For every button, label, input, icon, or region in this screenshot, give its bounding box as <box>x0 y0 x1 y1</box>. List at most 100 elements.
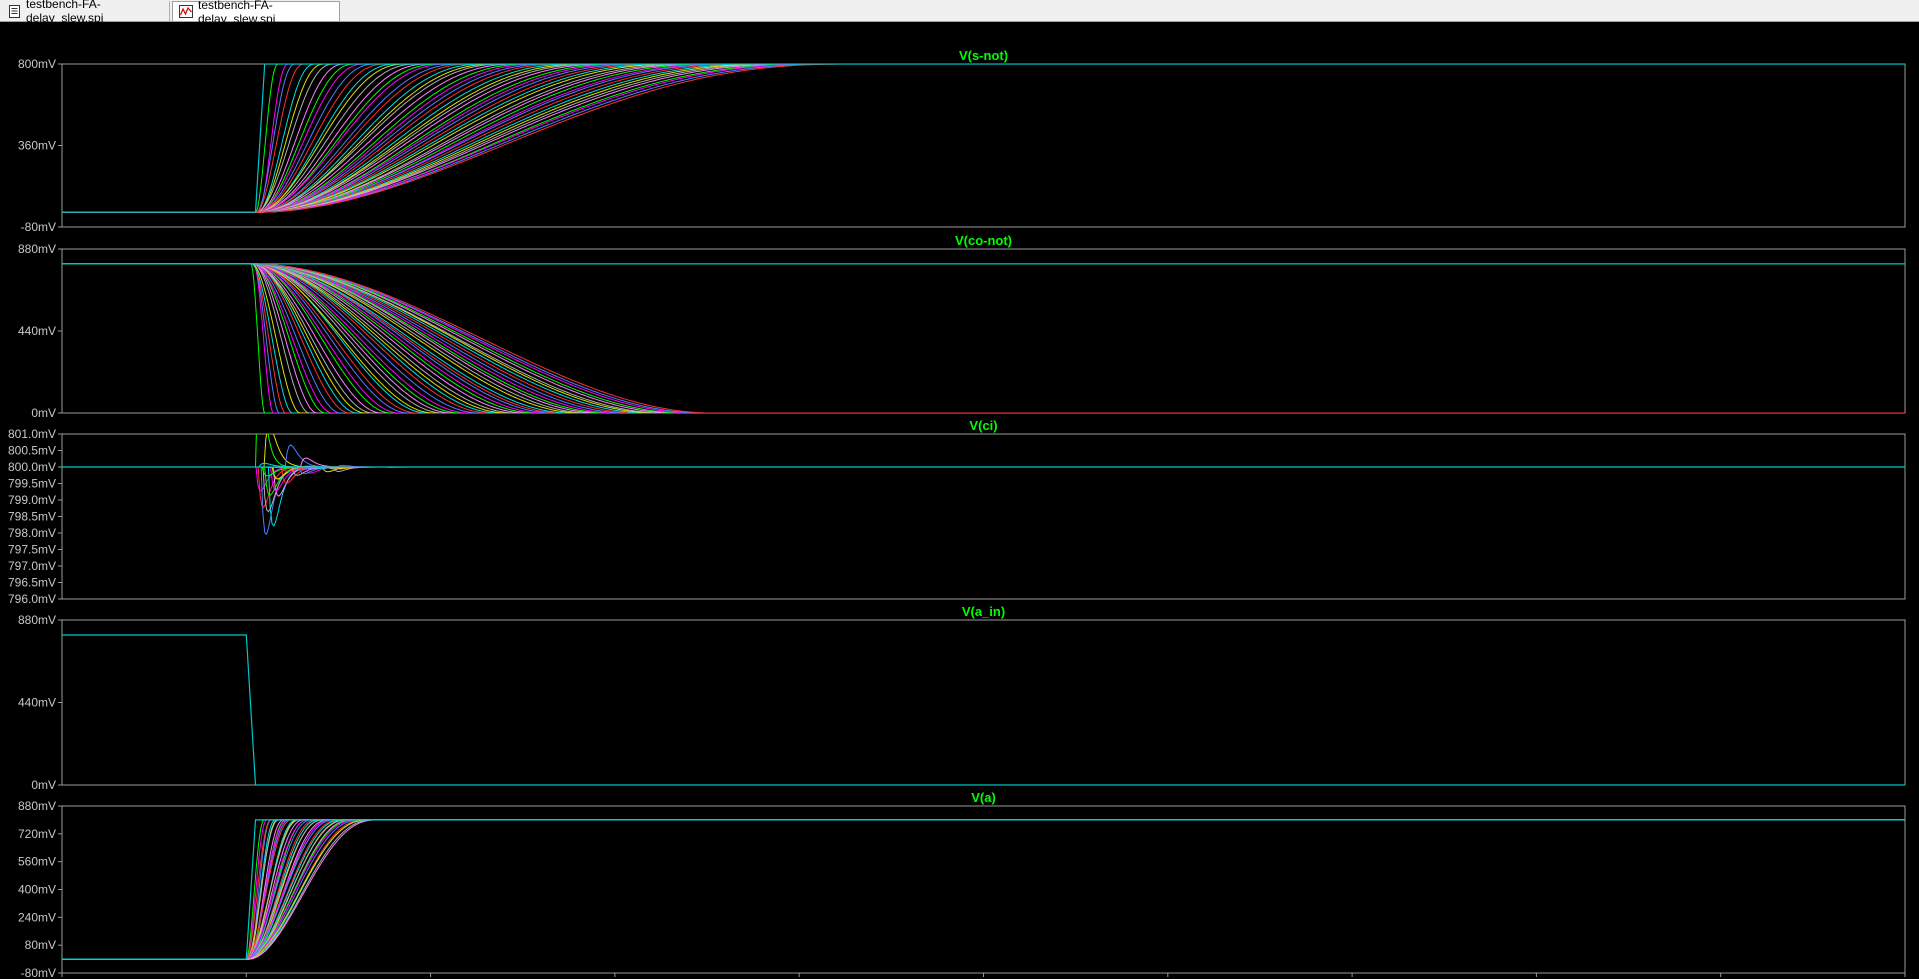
netlist-document-icon <box>9 4 20 18</box>
y-tick-label: 880mV <box>18 242 56 256</box>
waveform-trace-final <box>62 819 1905 960</box>
waveform-trace <box>62 819 1905 960</box>
waveform-trace <box>62 819 1905 960</box>
waveform-trace <box>62 466 1905 527</box>
tab-waveform[interactable]: testbench-FA-delay_slew.spi <box>172 0 340 26</box>
waveform-trace <box>62 819 1905 960</box>
y-tick-label: 797.0mV <box>8 559 56 573</box>
y-tick-label: 796.5mV <box>8 576 56 590</box>
trace-group <box>62 64 1905 213</box>
waveform-viewer[interactable]: V(s-not) 800mV 360mV -80mV V(co-not) 880mV 440… <box>0 22 1919 979</box>
waveform-trace <box>62 819 1905 960</box>
y-tick-label: 440mV <box>18 324 56 338</box>
waveform-trace <box>62 819 1905 960</box>
waveform-trace <box>62 819 1905 960</box>
waveform-trace <box>62 819 1905 960</box>
plot-pane-4: V(a_in) 880mV 440mV 0mV <box>18 604 1906 792</box>
waveform-trace <box>62 466 1905 492</box>
waveform-plot-icon <box>179 5 193 18</box>
waveform-trace <box>62 819 1905 960</box>
plot-pane-2: V(co-not) 880mV 440mV 0mV <box>18 233 1906 420</box>
y-tick-label: 798.0mV <box>8 526 56 540</box>
y-tick-label: 800.0mV <box>8 460 56 474</box>
y-tick-label: 880mV <box>18 613 56 627</box>
waveform-trace <box>62 819 1905 960</box>
y-tick-label: 800.5mV <box>8 444 56 458</box>
trace-group <box>62 634 1905 785</box>
tab-netlist[interactable]: testbench-FA-delay_slew.spi <box>2 0 170 25</box>
y-tick-label: 400mV <box>18 883 56 897</box>
y-tick-label: 720mV <box>18 827 56 841</box>
y-tick-label: 799.5mV <box>8 477 56 491</box>
waveform-trace <box>62 819 1905 960</box>
plot-title: V(co-not) <box>955 233 1012 248</box>
y-tick-label: 798.5mV <box>8 510 56 524</box>
y-tick-label: -80mV <box>21 220 56 234</box>
y-tick-label: 240mV <box>18 910 56 924</box>
waveform-trace <box>62 819 1905 960</box>
waveform-trace <box>62 819 1905 960</box>
waveform-trace <box>62 819 1905 960</box>
waveform-trace <box>62 819 1905 960</box>
waveform-trace <box>62 819 1905 960</box>
waveform-trace <box>62 819 1905 960</box>
waveform-trace <box>62 819 1905 960</box>
waveform-trace <box>62 819 1905 960</box>
trace-group <box>62 263 1905 413</box>
waveform-trace <box>62 819 1905 960</box>
waveform-trace <box>62 819 1905 960</box>
waveform-trace-final <box>62 634 1905 785</box>
y-tick-label: 797.5mV <box>8 543 56 557</box>
waveform-trace <box>62 466 1905 536</box>
plot-title: V(s-not) <box>959 48 1008 63</box>
waveform-trace <box>62 819 1905 960</box>
waveform-trace <box>62 466 1905 492</box>
waveform-trace <box>62 819 1905 960</box>
trace-group <box>62 819 1905 960</box>
y-tick-label: 801.0mV <box>8 427 56 441</box>
waveform-trace <box>62 819 1905 960</box>
y-tick-label: 799.0mV <box>8 493 56 507</box>
y-tick-label: 360mV <box>18 139 56 153</box>
plot-frame <box>61 248 1906 414</box>
y-tick-label: 0mV <box>31 778 56 792</box>
y-tick-label: 0mV <box>31 406 56 420</box>
plot-pane-5: V(a) 880mV 720mV 560mV 400mV 240mV 80mV -80mV <box>18 790 1906 979</box>
y-tick-label: 800mV <box>18 57 56 71</box>
y-tick-label: 560mV <box>18 855 56 869</box>
waveform-trace <box>62 819 1905 960</box>
waveform-trace <box>62 263 1905 413</box>
waveform-trace <box>62 819 1905 960</box>
waveform-trace <box>62 819 1905 960</box>
waveform-trace <box>62 819 1905 960</box>
waveform-trace <box>62 819 1905 960</box>
plot-frame <box>61 619 1906 786</box>
waveform-trace <box>62 819 1905 960</box>
document-tab-bar: testbench-FA-delay_slew.spi testbench-FA… <box>0 0 1919 26</box>
waveform-trace <box>62 819 1905 960</box>
waveform-trace <box>62 819 1905 960</box>
waveform-trace <box>62 819 1905 960</box>
plot-title: V(ci) <box>969 418 997 433</box>
waveform-trace <box>62 444 1905 468</box>
waveform-trace <box>62 819 1905 960</box>
waveform-trace <box>62 819 1905 960</box>
y-tick-label: -80mV <box>21 966 56 979</box>
waveform-trace <box>62 457 1905 468</box>
waveform-trace <box>62 466 1905 513</box>
trace-group <box>62 434 1905 536</box>
y-tick-label: 80mV <box>25 938 56 952</box>
plot-title: V(a) <box>971 790 996 805</box>
plot-pane-1: V(s-not) 800mV 360mV -80mV <box>18 48 1906 234</box>
waveform-trace <box>62 819 1905 960</box>
y-tick-label: 880mV <box>18 799 56 813</box>
y-tick-label: 440mV <box>18 696 56 710</box>
waveform-trace <box>62 819 1905 960</box>
plot-frame <box>61 433 1906 600</box>
waveform-trace <box>62 819 1905 960</box>
plot-pane-3: V(ci) 801.0mV 800.5mV 800.0mV 799.5mV 799.0mV… <box>8 418 1906 606</box>
waveform-trace <box>62 819 1905 960</box>
waveform-trace <box>62 819 1905 960</box>
waveform-trace <box>62 819 1905 960</box>
y-tick-label: 796.0mV <box>8 592 56 606</box>
